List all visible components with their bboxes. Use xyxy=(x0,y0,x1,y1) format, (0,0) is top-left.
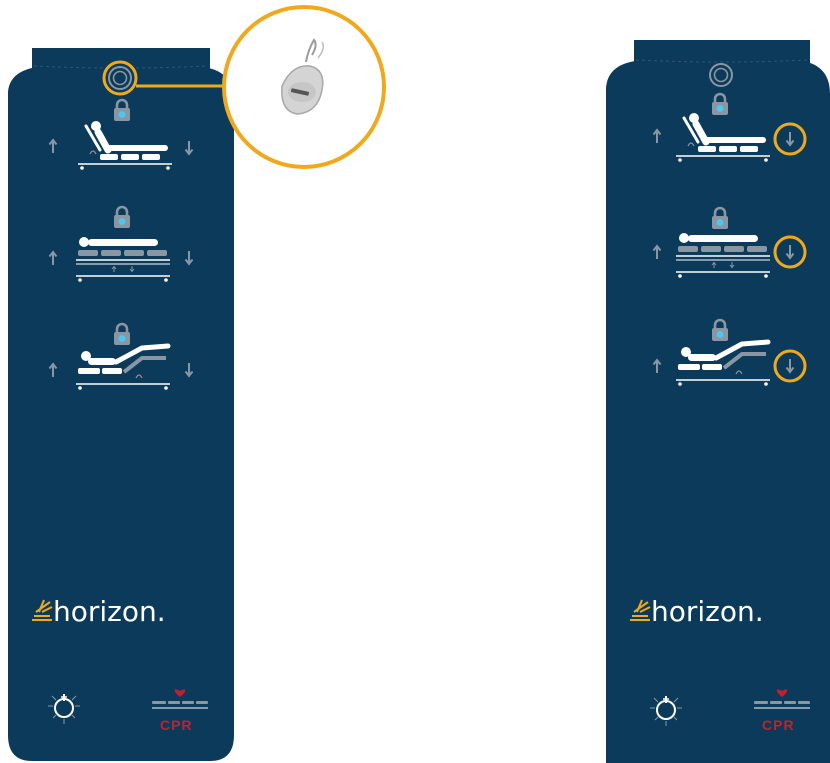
cpr-label: CPR xyxy=(762,717,795,733)
cpr-label: CPR xyxy=(160,717,193,733)
right-control-panel: horizon. CPR xyxy=(606,40,830,763)
brand-logo: horizon. xyxy=(629,595,764,628)
bed-control-diagram: horizon. CPR horizon. CPR xyxy=(8,5,830,763)
brand-logo: horizon. xyxy=(31,595,166,628)
left-panel-body xyxy=(8,65,234,761)
keyfob-callout xyxy=(222,5,386,169)
right-panel-body xyxy=(606,59,830,763)
brand-name: horizon. xyxy=(651,595,764,628)
left-control-panel: horizon. CPR xyxy=(8,48,234,761)
brand-name: horizon. xyxy=(53,595,166,628)
